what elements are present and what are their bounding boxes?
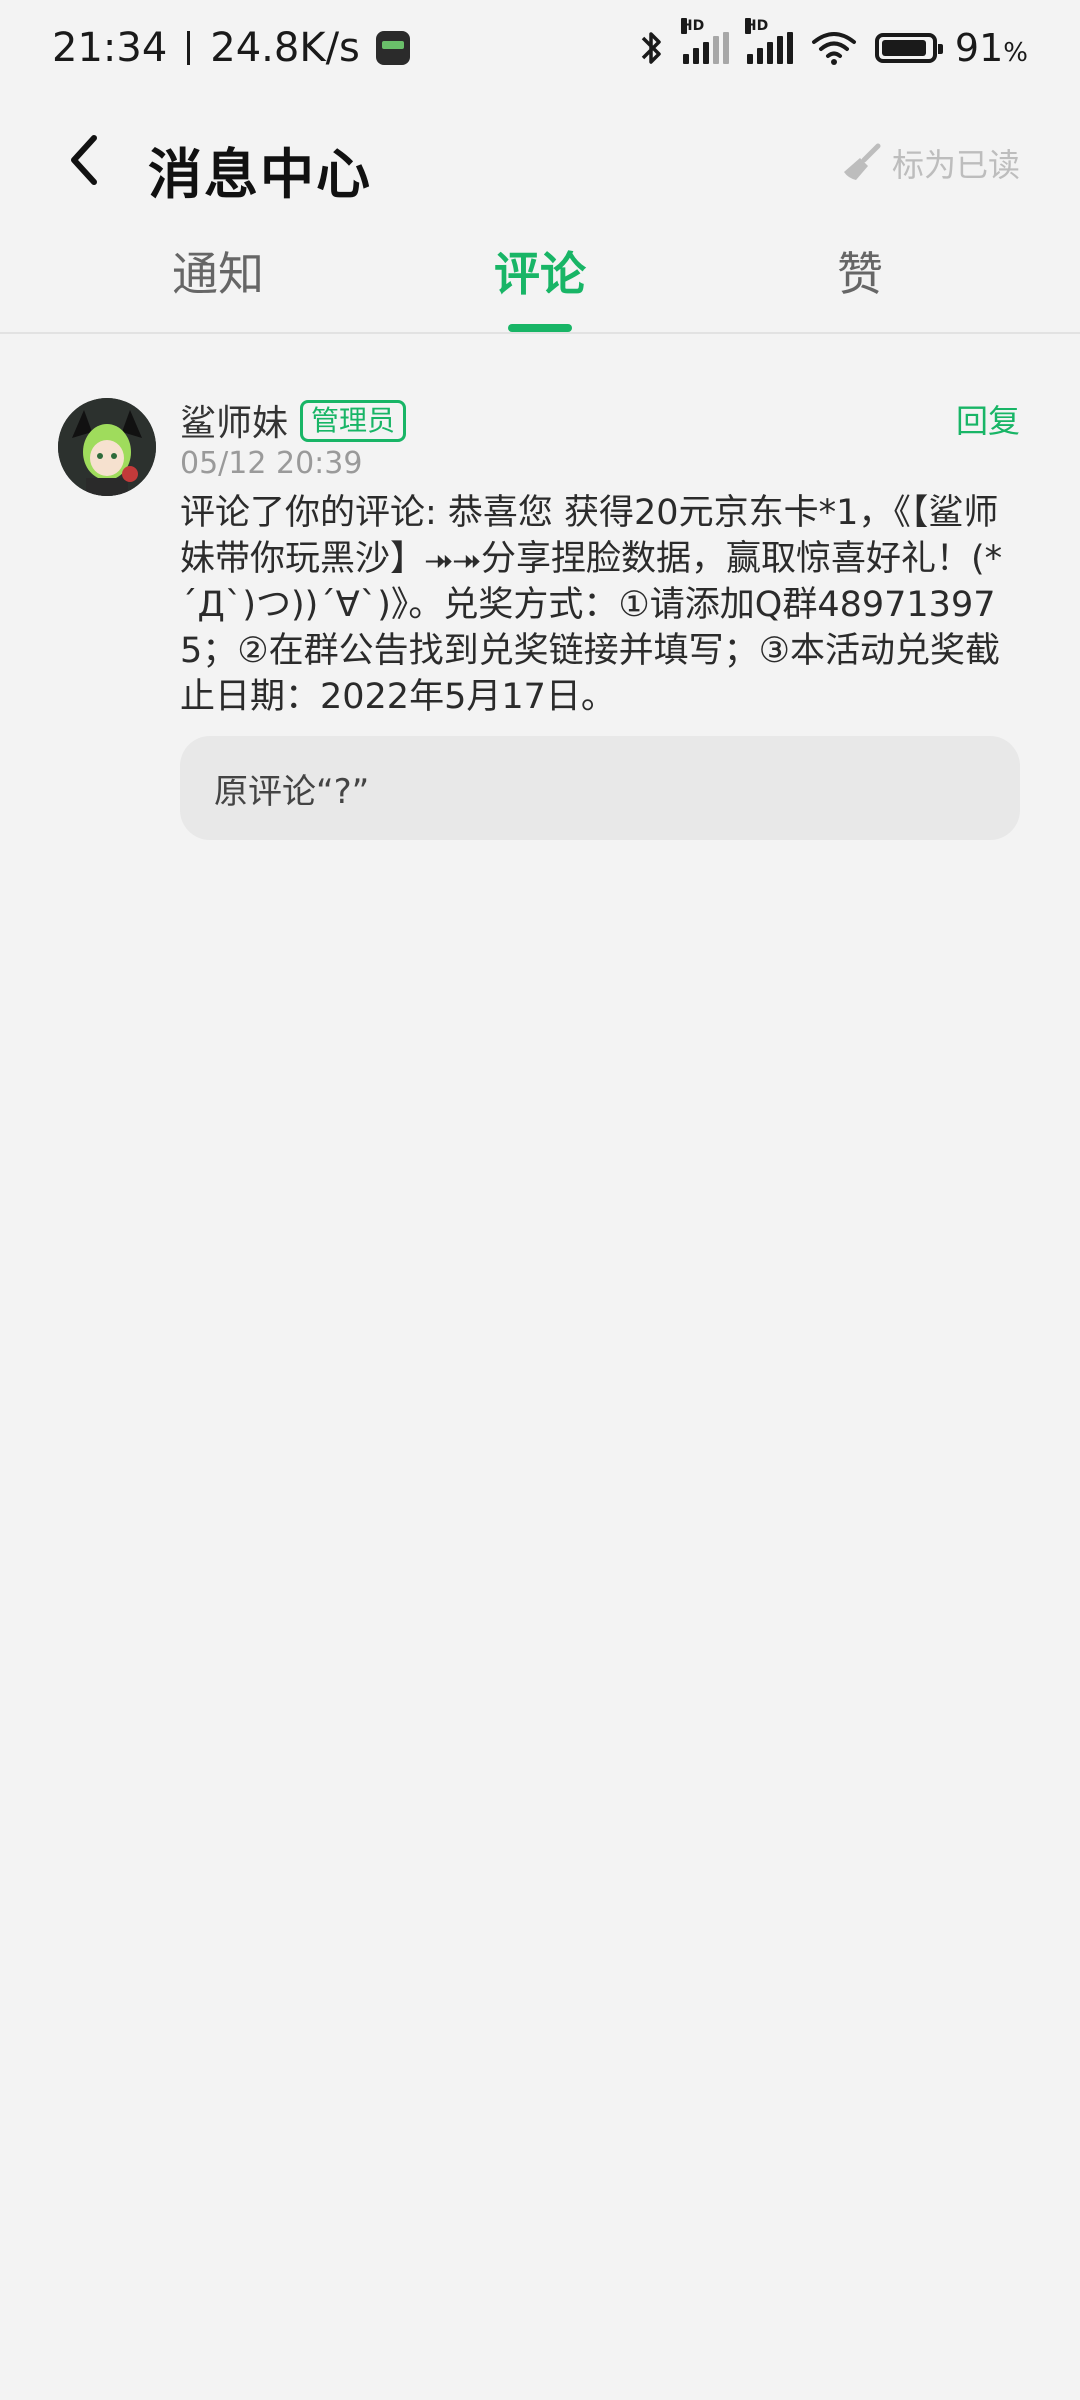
comment-timestamp: 05/12 20:39 [180, 446, 363, 481]
avatar[interactable] [58, 398, 156, 496]
status-net-speed: 24.8K/s [210, 25, 360, 71]
status-divider [187, 31, 191, 65]
wifi-icon [811, 32, 856, 65]
tab-likes[interactable]: 赞 [760, 238, 960, 304]
original-comment-text: 原评论“?” [214, 771, 370, 812]
hd-signal-icon: HD [680, 18, 729, 64]
hd-signal-icon: HD [744, 18, 793, 64]
comment-username[interactable]: 鲨师妹 [180, 394, 288, 446]
header: 消息中心 标为已读 [0, 110, 1080, 210]
app-notification-icon [375, 31, 410, 65]
tab-comments[interactable]: 评论 [440, 238, 640, 304]
battery-level-fill [881, 40, 926, 56]
status-bar: 21:34 24.8K/s HD HD 91% [0, 0, 1080, 96]
back-button[interactable] [52, 128, 116, 192]
mark-read-button[interactable]: 标为已读 [840, 140, 1020, 186]
tab-bar: 通知 评论 赞 [0, 220, 1080, 334]
status-left: 21:34 24.8K/s [52, 25, 410, 71]
tab-notifications[interactable]: 通知 [118, 238, 318, 304]
battery-icon [874, 33, 943, 63]
page-title: 消息中心 [148, 143, 372, 206]
status-right: HD HD 91% [639, 18, 1028, 70]
admin-badge: 管理员 [300, 400, 407, 442]
bluetooth-icon [641, 32, 661, 64]
mark-read-label: 标为已读 [891, 146, 1020, 184]
comment-text[interactable]: 评论了你的评论: 恭喜您 获得20元京东卡*1，《【鲨师妹带你玩黑沙】⯮⯮分享捏… [180, 490, 1020, 720]
original-comment-box[interactable]: 原评论“?” [180, 736, 1020, 840]
reply-button[interactable]: 回复 [956, 396, 1020, 442]
avatar-image [58, 398, 156, 496]
battery-percent: 91% [954, 26, 1028, 70]
status-time: 21:34 [52, 25, 168, 71]
active-tab-indicator [508, 324, 572, 332]
broom-icon [843, 143, 881, 180]
chevron-left-icon [71, 135, 97, 185]
